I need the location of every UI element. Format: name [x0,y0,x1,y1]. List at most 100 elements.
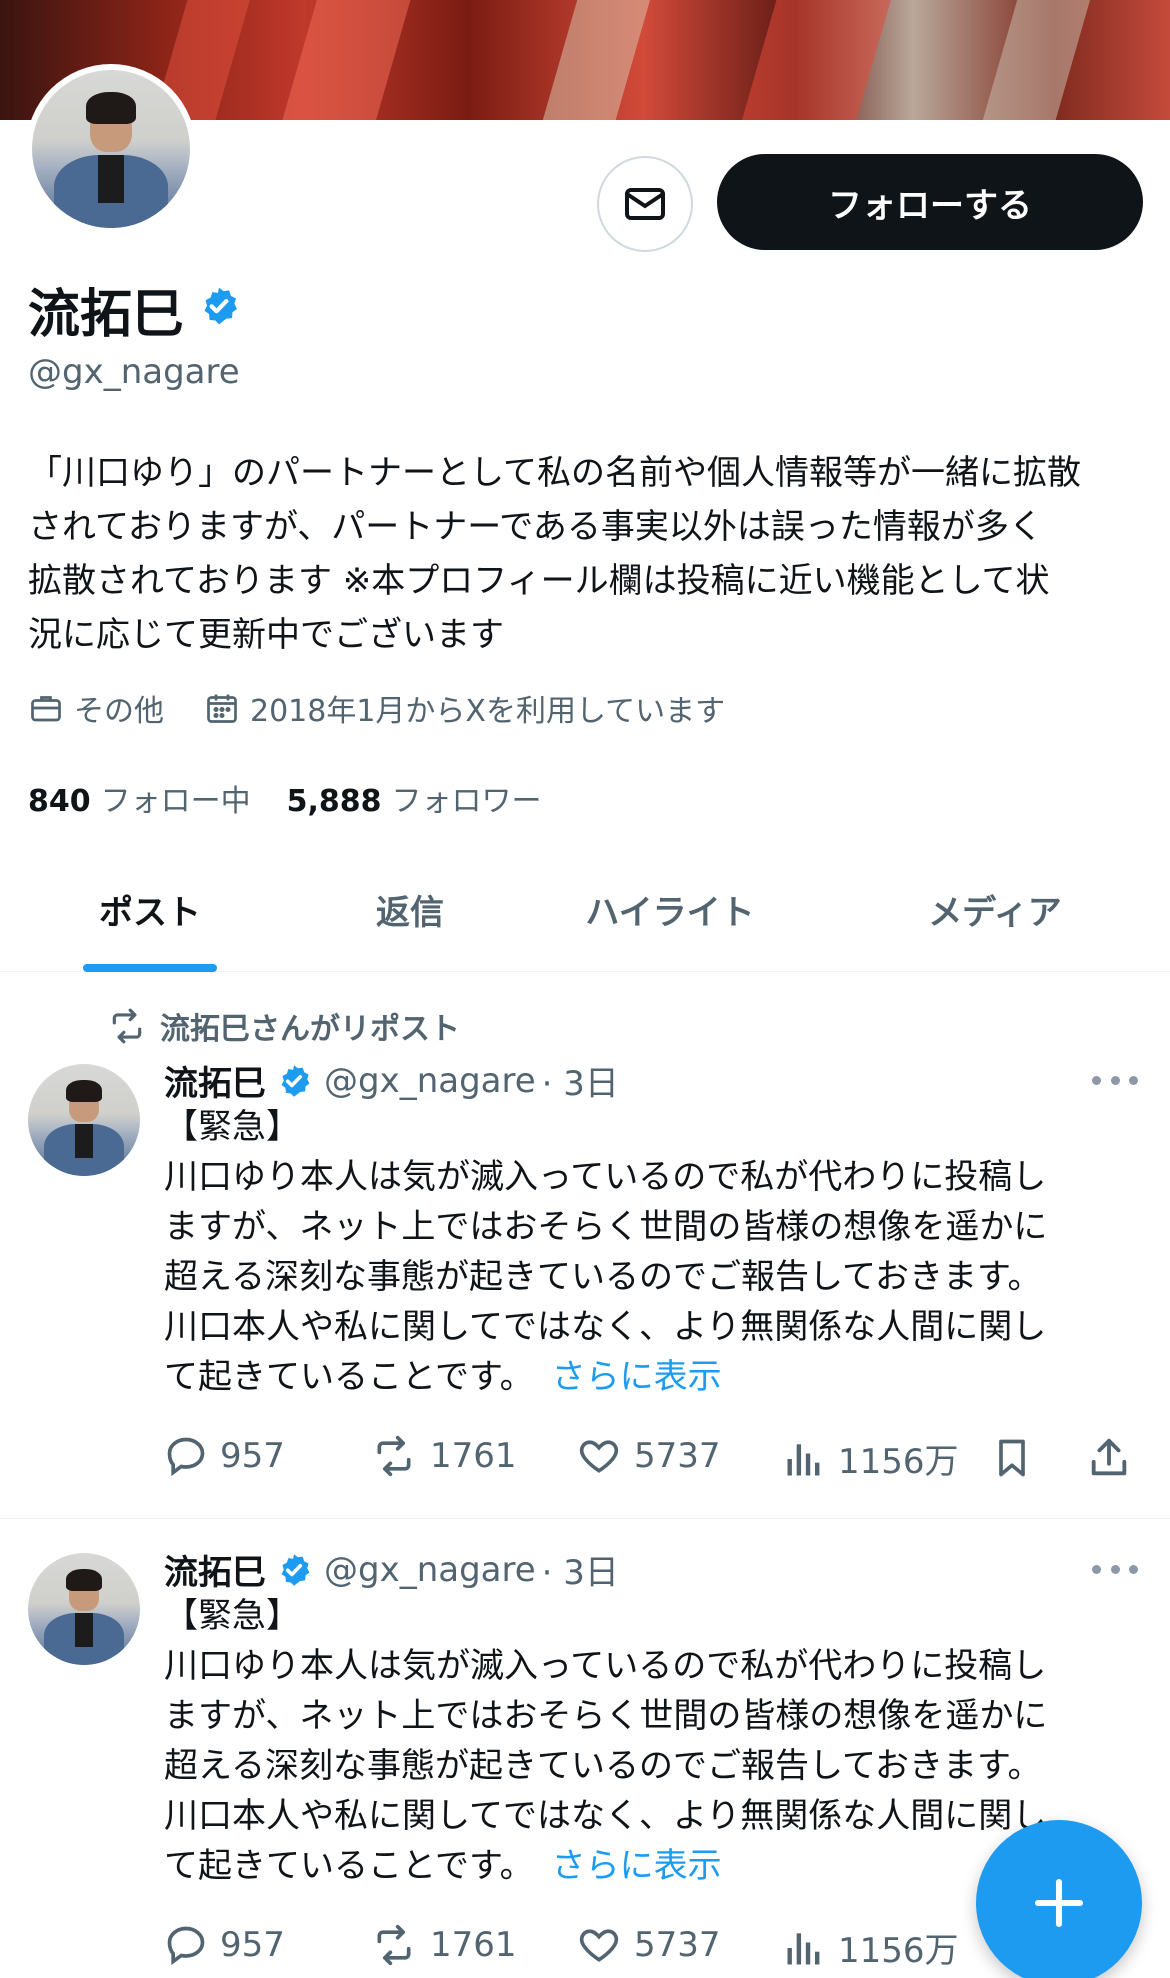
repost-icon [112,1008,142,1044]
repost-icon [377,1435,411,1477]
tweet-header: 流拓巳 @gx_nagare · 3日 [164,1545,619,1594]
reply-icon [167,1437,205,1477]
like-count: 5737 [634,1436,721,1476]
tweet-line: 川口本人や私に関してではなく、より無関係な人間に関し [164,1307,1047,1347]
tweet-line: て起きていることです。 [164,1357,534,1397]
reply-button[interactable]: 957 [164,1923,285,1967]
repost-button[interactable]: 1761 [370,1923,517,1967]
followers-link[interactable]: 5,888 フォロワー [287,776,542,820]
category-item: その他 [28,686,164,730]
profile-name: 流拓巳 [28,285,185,345]
reply-icon [167,1926,205,1966]
views-button[interactable]: 1156万 [782,1434,959,1483]
reply-count: 957 [220,1925,285,1965]
mail-icon [625,188,665,220]
tweet-author-name[interactable]: 流拓巳 [164,1056,266,1105]
tweet-line: て起きていることです。 [164,1846,534,1886]
following-count: 840 [28,784,91,819]
verified-badge-icon [276,1063,312,1099]
bookmark-icon [999,1439,1025,1477]
views-chart-icon [787,1932,820,1964]
verified-badge-icon [276,1552,312,1588]
tweet-author-handle[interactable]: @gx_nagare [324,1550,536,1590]
views-chart-icon [787,1443,820,1475]
active-tab-indicator [83,964,217,972]
views-count: 1156万 [838,1442,959,1482]
tweet-line: ますが、ネット上ではおそらく世間の皆様の想像を遥かに [164,1696,1048,1736]
tab-highlights[interactable]: ハイライト [520,846,820,972]
like-button[interactable]: 5737 [576,1923,721,1967]
tweet-divider [0,1518,1170,1519]
tweet-line: 川口ゆり本人は気が滅入っているので私が代わりに投稿し [164,1157,1047,1197]
follow-button[interactable]: フォローする [717,154,1143,250]
briefcase-icon [31,696,61,722]
heart-icon [579,1929,619,1962]
bio-line: 況に応じて更新中でございます [28,615,504,655]
tweet-header: 流拓巳 @gx_nagare · 3日 [164,1056,619,1105]
share-icon [1091,1438,1127,1476]
calendar-icon [207,694,237,723]
tab-label: ポスト [99,892,201,933]
tweet-avatar[interactable] [28,1553,140,1665]
message-button[interactable] [597,156,693,252]
reply-button[interactable]: 957 [164,1434,285,1478]
profile-stats: 840 フォロー中 5,888 フォロワー [28,776,578,820]
tweet-avatar[interactable] [28,1064,140,1176]
more-options-icon[interactable] [1092,1076,1138,1088]
tweet-time[interactable]: · 3日 [542,1056,619,1105]
bookmark-button[interactable] [990,1434,1046,1482]
bio-line: されておりますが、パートナーである事実以外は誤った情報が多く [28,507,1043,547]
reply-count: 957 [220,1436,285,1476]
tweet-actions: 957 1761 5737 1156万 [164,1434,1154,1484]
profile-handle: @gx_nagare [28,352,240,392]
repost-icon [377,1924,411,1966]
tweet-line: 【緊急】 [164,1107,300,1147]
show-more-link[interactable]: さらに表示 [552,1846,722,1886]
show-more-link[interactable]: さらに表示 [552,1357,722,1397]
tweet-author-handle[interactable]: @gx_nagare [324,1061,536,1101]
profile-bio: 「川口ゆり」のパートナーとして私の名前や個人情報等が一緒に拡散 されておりますが… [28,446,1148,662]
heart-icon [579,1440,619,1473]
profile-name-row: 流拓巳 [28,272,240,347]
bio-line: 拡散されております ※本プロフィール欄は投稿に近い機能として状 [28,561,1050,601]
share-button[interactable] [1086,1434,1144,1482]
tweet-time[interactable]: · 3日 [542,1545,619,1594]
tab-posts[interactable]: ポスト [0,846,300,972]
tweet-line: 川口ゆり本人は気が滅入っているので私が代わりに投稿し [164,1646,1047,1686]
tab-label: メディア [928,892,1062,933]
tweet-line: 川口本人や私に関してではなく、より無関係な人間に関し [164,1796,1047,1836]
followers-label: フォロワー [391,784,542,819]
tweet-line: 【緊急】 [164,1596,300,1636]
followers-count: 5,888 [286,784,382,819]
repost-count: 1761 [430,1436,517,1476]
tab-label: ハイライト [585,892,755,933]
tab-media[interactable]: メディア [820,846,1170,972]
following-link[interactable]: 840 フォロー中 [28,776,251,820]
tweet-line: ますが、ネット上ではおそらく世間の皆様の想像を遥かに [164,1207,1048,1247]
repost-count: 1761 [430,1925,517,1965]
tweet-line: 超える深刻な事態が起きているのでご報告しておきます。 [164,1257,1042,1297]
verified-badge-icon[interactable] [198,280,240,340]
repost-label: 流拓巳さんがリポスト [160,1012,460,1047]
compose-post-button[interactable] [976,1820,1142,1978]
tab-label: 返信 [376,892,444,933]
profile-tabs: ポスト 返信 ハイライト メディア [0,846,1170,972]
category-label: その他 [74,694,164,729]
joined-item: 2018年1月からXを利用しています [204,686,725,730]
tweet-text: 【緊急】 川口ゆり本人は気が滅入っているので私が代わりに投稿し ますが、ネット上… [164,1102,1154,1402]
profile-meta: その他 2018年1月からXを利用しています [28,686,765,730]
views-count: 1156万 [838,1931,959,1971]
following-label: フォロー中 [100,784,251,819]
like-count: 5737 [634,1925,721,1965]
like-button[interactable]: 5737 [576,1434,721,1478]
more-options-icon[interactable] [1092,1565,1138,1577]
tweet-line: 超える深刻な事態が起きているのでご報告しておきます。 [164,1746,1042,1786]
joined-label: 2018年1月からXを利用しています [250,694,726,729]
tab-replies[interactable]: 返信 [300,846,520,972]
repost-indicator: 流拓巳さんがリポスト [108,1004,460,1048]
profile-avatar[interactable] [26,64,196,234]
repost-button[interactable]: 1761 [370,1434,517,1478]
tweet-author-name[interactable]: 流拓巳 [164,1545,266,1594]
views-button[interactable]: 1156万 [782,1923,959,1972]
plus-icon [1034,1878,1084,1928]
